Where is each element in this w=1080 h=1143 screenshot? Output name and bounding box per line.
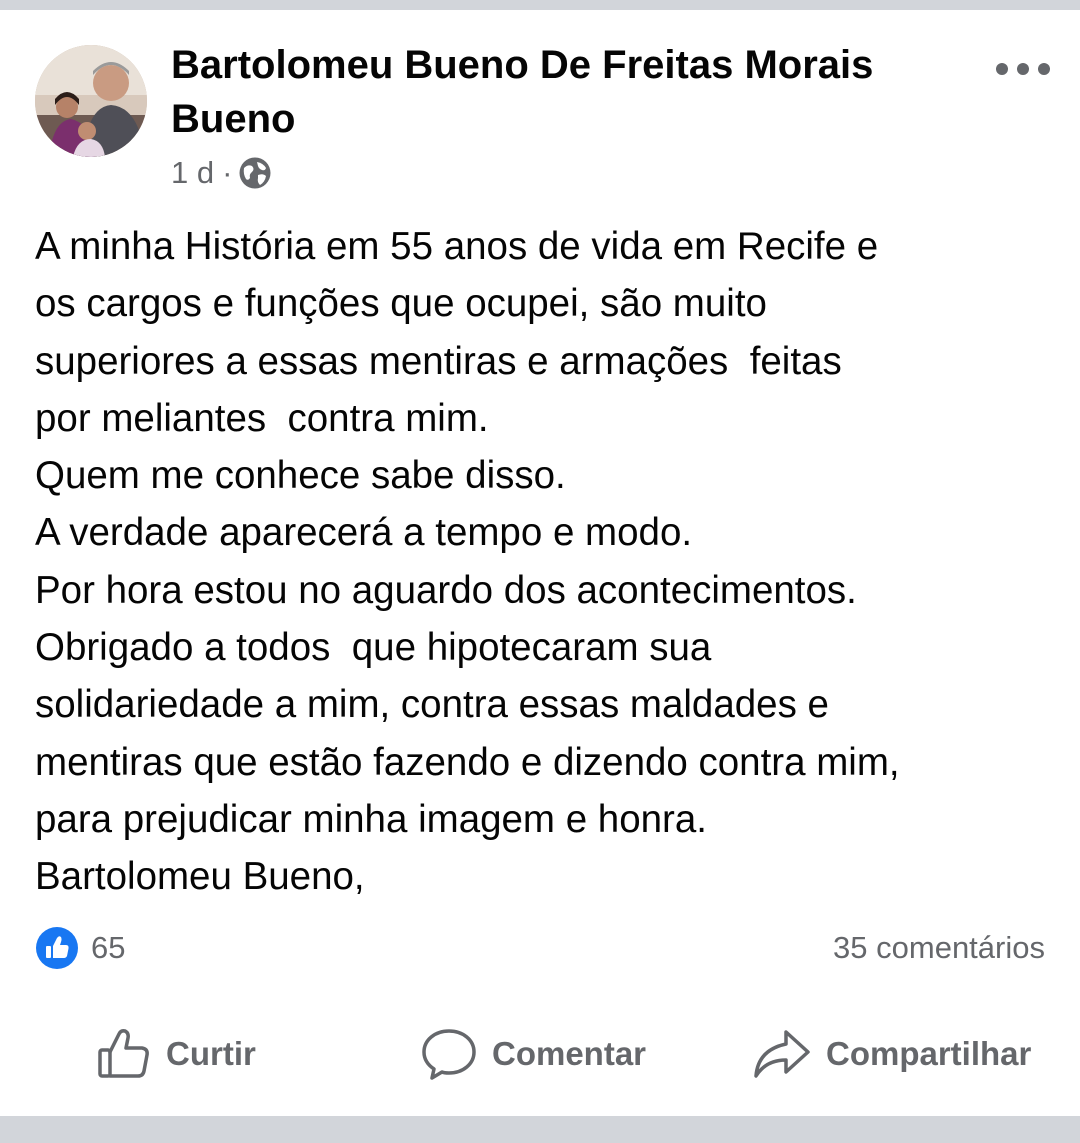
bottom-divider — [0, 1116, 1080, 1143]
post-text-line: Obrigado a todos que hipotecaram sua — [35, 626, 712, 670]
like-button[interactable]: Curtir — [96, 1022, 256, 1086]
post-meta: 1 d · — [171, 152, 272, 194]
facebook-post: Bartolomeu Bueno De Freitas Morais Bueno… — [0, 0, 1080, 1143]
post-text-line: Bartolomeu Bueno, — [35, 855, 365, 899]
like-label: Curtir — [166, 1035, 256, 1072]
comment-label: Comentar — [492, 1035, 647, 1072]
reaction-summary[interactable]: 65 — [35, 926, 125, 970]
like-reaction-icon — [36, 927, 78, 969]
more-horizontal-icon — [996, 63, 1050, 75]
more-options-button[interactable] — [992, 52, 1054, 86]
share-button[interactable]: Compartilhar — [752, 1022, 1031, 1086]
globe-icon — [239, 157, 271, 189]
avatar[interactable] — [35, 45, 147, 157]
comments-count[interactable]: 35 comentários — [833, 926, 1045, 970]
post-text: A minha História em 55 anos de vida em R… — [35, 218, 1055, 906]
comment-bubble-icon — [422, 1029, 476, 1080]
post-text-line: Quem me conhece sabe disso. — [35, 454, 566, 498]
comment-button[interactable]: Comentar — [420, 1022, 646, 1086]
post-text-line: os cargos e funções que ocupei, são muit… — [35, 282, 767, 326]
post-text-line: A minha História em 55 anos de vida em R… — [35, 225, 879, 268]
avatar-photo — [35, 45, 147, 157]
post-text-line: por meliantes contra mim. — [35, 396, 489, 440]
share-arrow-icon — [754, 1030, 810, 1078]
share-label: Compartilhar — [826, 1035, 1032, 1072]
post-text-line: A verdade aparecerá a tempo e modo. — [35, 511, 693, 555]
reaction-count: 65 — [91, 930, 126, 965]
author-name[interactable]: Bartolomeu Bueno De Freitas Morais Bueno — [171, 38, 931, 146]
meta-separator: · — [222, 155, 233, 190]
thumbs-up-icon — [98, 1029, 149, 1078]
post-text-line: mentiras que estão fazendo e dizendo con… — [35, 740, 900, 784]
post-text-line: solidariedade a mim, contra essas maldad… — [35, 683, 829, 727]
post-text-line: superiores a essas mentiras e armações f… — [35, 339, 842, 383]
post-text-line: Por hora estou no aguardo dos acontecime… — [35, 568, 857, 612]
post-timestamp[interactable]: 1 d — [171, 155, 214, 191]
post-text-line: para prejudicar minha imagem e honra. — [35, 797, 707, 841]
top-divider — [0, 0, 1080, 10]
